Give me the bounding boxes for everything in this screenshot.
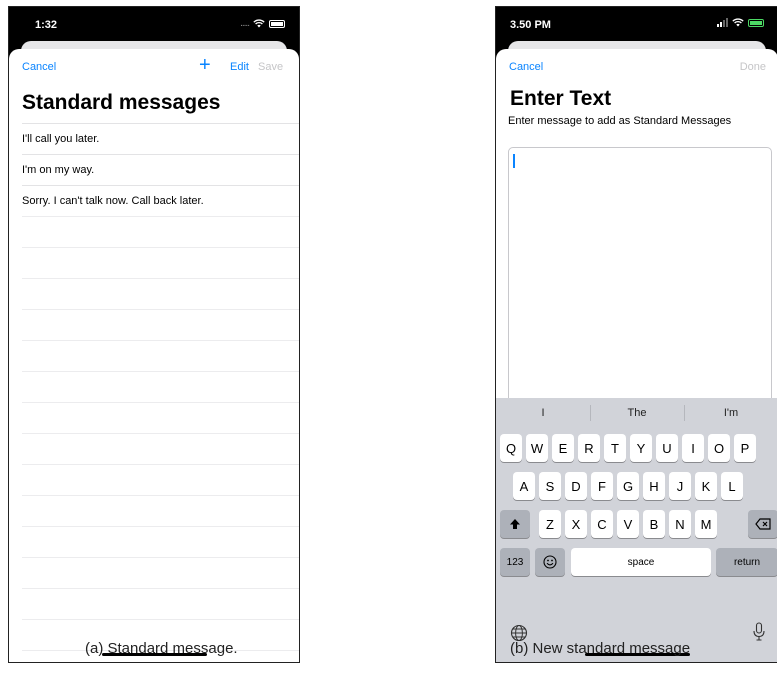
key-r[interactable]: R [578,434,600,462]
keyboard-row-2: A S D F G H J K L [496,472,777,504]
empty-row [22,526,299,557]
caption-b: (b) New standard message [510,640,691,657]
shift-key[interactable] [500,510,530,538]
key-z[interactable]: Z [539,510,561,538]
text-cursor [513,154,515,168]
shift-icon [510,519,520,529]
done-button[interactable]: Done [740,61,766,73]
emoji-key[interactable] [535,548,565,576]
key-f[interactable]: F [591,472,613,500]
keyboard-row-1: Q W E R T Y U I O P [496,434,777,466]
status-time: 1:32 [35,19,58,31]
save-button[interactable]: Save [258,61,283,73]
instructions-text: Enter message to add as Standard Message… [508,115,732,127]
signal-dots: ..... [240,18,250,29]
key-m[interactable]: M [695,510,717,538]
status-icons: ..... [240,18,285,29]
key-d[interactable]: D [565,472,587,500]
emoji-icon [543,555,557,569]
empty-row [22,557,299,588]
empty-row [22,433,299,464]
key-u[interactable]: U [656,434,678,462]
predictive-bar: I The I'm [496,398,777,428]
key-g[interactable]: G [617,472,639,500]
edit-button[interactable]: Edit [230,61,249,73]
empty-row [22,588,299,619]
keyboard-row-3: Z X C V B N M [496,510,777,542]
key-t[interactable]: T [604,434,626,462]
nav-bar: Cancel + Edit Save [9,49,299,83]
key-a[interactable]: A [513,472,535,500]
return-key[interactable]: return [716,548,777,576]
message-text-area[interactable] [508,147,772,407]
page-title: Enter Text [510,87,612,110]
status-icons [717,18,764,27]
backspace-key[interactable] [748,510,777,538]
key-w[interactable]: W [526,434,548,462]
phone-new-standard-message: 3.50 PM Cancel Done Enter Text Enter mes… [495,6,777,663]
status-bar: 1:32 ..... [9,7,299,45]
backspace-icon [755,518,771,530]
battery-icon [748,18,764,27]
key-q[interactable]: Q [500,434,522,462]
empty-row [22,402,299,433]
list-item[interactable]: I'll call you later. [22,123,299,154]
key-o[interactable]: O [708,434,730,462]
suggestion[interactable]: I'm [684,405,777,421]
list-item[interactable]: I'm on my way. [22,154,299,185]
enter-text-sheet: Cancel Done Enter Text Enter message to … [496,49,777,662]
empty-row [22,340,299,371]
nav-bar: Cancel Done [496,49,777,83]
key-k[interactable]: K [695,472,717,500]
empty-row [22,216,299,247]
battery-icon [269,19,285,28]
cancel-button[interactable]: Cancel [509,61,543,73]
key-v[interactable]: V [617,510,639,538]
key-p[interactable]: P [734,434,756,462]
key-l[interactable]: L [721,472,743,500]
add-button[interactable]: + [199,55,211,75]
page-title: Standard messages [22,91,221,114]
list-item[interactable]: Sorry. I can't talk now. Call back later… [22,185,299,216]
empty-row [22,278,299,309]
message-list: I'll call you later. I'm on my way. Sorr… [22,123,299,662]
keyboard: I The I'm Q W E R T Y U I O P A S D F G … [496,398,777,662]
empty-row [22,371,299,402]
key-c[interactable]: C [591,510,613,538]
key-e[interactable]: E [552,434,574,462]
key-h[interactable]: H [643,472,665,500]
signal-icon [717,18,728,27]
key-n[interactable]: N [669,510,691,538]
key-i[interactable]: I [682,434,704,462]
phone-standard-messages: 1:32 ..... Cancel + Edit Save Standard m… [8,6,300,663]
key-y[interactable]: Y [630,434,652,462]
numbers-key[interactable]: 123 [500,548,530,576]
keyboard-row-4: 123 space return [496,548,777,580]
empty-row [22,247,299,278]
key-x[interactable]: X [565,510,587,538]
microphone-icon[interactable] [752,622,766,642]
status-time: 3.50 PM [510,19,551,31]
standard-messages-sheet: Cancel + Edit Save Standard messages I'l… [9,49,299,662]
key-b[interactable]: B [643,510,665,538]
wifi-icon [253,19,265,28]
empty-row [22,495,299,526]
space-key[interactable]: space [571,548,711,576]
cancel-button[interactable]: Cancel [22,61,56,73]
key-s[interactable]: S [539,472,561,500]
key-j[interactable]: J [669,472,691,500]
suggestion[interactable]: The [590,405,684,421]
status-bar: 3.50 PM [496,7,777,45]
empty-row [22,309,299,340]
suggestion[interactable]: I [496,407,590,419]
empty-row [22,464,299,495]
caption-a: (a) Standard message. [85,640,238,657]
wifi-icon [732,18,744,27]
